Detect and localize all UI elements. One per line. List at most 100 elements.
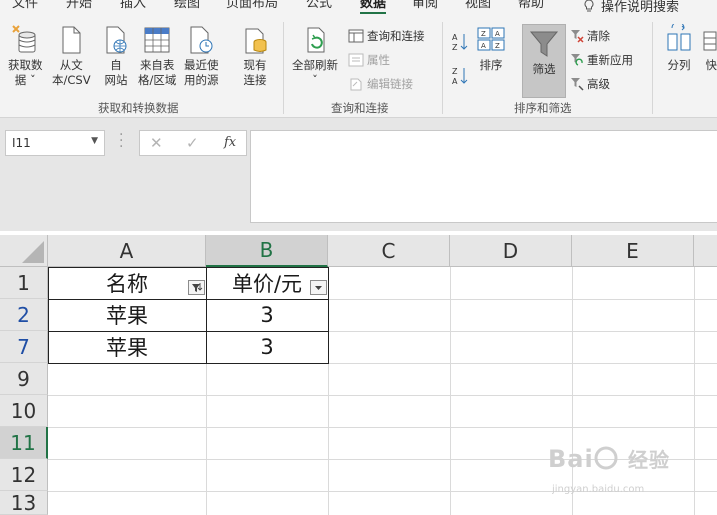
- row-header-9[interactable]: 9: [0, 363, 48, 395]
- flash-fill-icon: [702, 24, 717, 56]
- cell-b7[interactable]: 3: [206, 331, 328, 363]
- tab-view[interactable]: 视图: [465, 0, 491, 12]
- cell-a2[interactable]: 苹果: [48, 299, 206, 331]
- row-header-13[interactable]: 13: [0, 491, 48, 515]
- row-header-11[interactable]: 11: [0, 427, 48, 459]
- edit-links-label: 编辑链接: [367, 77, 413, 91]
- connections-icon: [240, 24, 270, 56]
- split-label: 分列: [667, 58, 691, 72]
- text-to-columns-button[interactable]: 分列: [664, 21, 694, 73]
- from-web-label-2: 网站: [104, 73, 128, 87]
- gridline: [450, 267, 451, 515]
- table-icon: [142, 24, 172, 56]
- queries-connections-button[interactable]: 查询和连接: [348, 26, 425, 46]
- from-table-label-2: 格/区域: [138, 73, 177, 87]
- funnel-icon: [529, 28, 559, 60]
- existing-conn-label-1: 现有: [243, 58, 267, 72]
- cell-a1[interactable]: 名称: [48, 267, 206, 299]
- filter-dropdown-b[interactable]: [310, 280, 327, 295]
- properties-button[interactable]: 属性: [348, 50, 390, 70]
- tab-review[interactable]: 审阅: [412, 0, 438, 12]
- queries-group-label: 查询和连接: [331, 101, 389, 115]
- filter-button[interactable]: 筛选: [529, 28, 559, 77]
- column-header-e[interactable]: E: [572, 235, 694, 267]
- svg-text:A: A: [452, 33, 458, 42]
- tab-file[interactable]: 文件: [12, 0, 38, 12]
- sort-z-to-a-icon: ZA: [452, 67, 468, 86]
- column-header-d[interactable]: D: [450, 235, 572, 267]
- flash-fill-label: 快速: [705, 58, 717, 72]
- row-header-7[interactable]: 7: [0, 331, 48, 363]
- tab-formulas[interactable]: 公式: [306, 0, 332, 12]
- sort-desc-button[interactable]: ZA: [451, 66, 469, 86]
- row-header-2[interactable]: 2: [0, 299, 48, 331]
- row-header-1[interactable]: 1: [0, 267, 48, 299]
- svg-text:经验: 经验: [628, 448, 670, 472]
- cell-a7[interactable]: 苹果: [48, 331, 206, 363]
- refresh-all-button[interactable]: 全部刷新 ˇ: [292, 24, 338, 88]
- filter-label: 筛选: [532, 62, 556, 76]
- get-data-button[interactable]: 获取数 据 ˇ: [8, 24, 43, 88]
- from-table-range-button[interactable]: 来自表 格/区域: [138, 24, 176, 88]
- formula-buttons: ✕ ✓ fx: [139, 130, 247, 156]
- sort-filter-group-label: 排序和筛选: [514, 101, 572, 115]
- column-header-b[interactable]: B: [206, 235, 328, 267]
- edit-links-button[interactable]: 编辑链接: [348, 74, 413, 94]
- tab-home[interactable]: 开始: [66, 0, 92, 12]
- gridline: [48, 395, 717, 396]
- clear-filter-button[interactable]: 清除: [570, 26, 610, 46]
- select-all-triangle-icon: [22, 241, 44, 263]
- reapply-icon: [571, 54, 583, 66]
- advanced-label: 高级: [587, 77, 610, 91]
- reapply-button[interactable]: 重新应用: [570, 50, 633, 70]
- sort-button[interactable]: ZAAZ 排序: [476, 24, 506, 73]
- group-separator: [652, 22, 653, 114]
- flash-fill-button[interactable]: 快速: [702, 24, 717, 73]
- resize-handle-icon[interactable]: · · ·: [119, 128, 123, 154]
- existing-connections-button[interactable]: 现有 连接: [240, 24, 270, 88]
- tab-page-layout[interactable]: 页面布局: [226, 0, 278, 12]
- tab-help[interactable]: 帮助: [518, 0, 544, 12]
- row-header-12[interactable]: 12: [0, 459, 48, 491]
- insert-function-icon[interactable]: fx: [224, 135, 236, 150]
- recent-sources-button[interactable]: 最近使 用的源: [184, 24, 219, 88]
- from-text-csv-button[interactable]: 从文 本/CSV: [52, 24, 91, 88]
- queries-connections-label: 查询和连接: [367, 29, 425, 43]
- from-web-button[interactable]: 自 网站: [101, 24, 131, 88]
- svg-text:A: A: [495, 30, 500, 38]
- existing-conn-label-2: 连接: [243, 73, 267, 87]
- tab-insert[interactable]: 插入: [120, 0, 146, 12]
- row-header-10[interactable]: 10: [0, 395, 48, 427]
- column-header-f[interactable]: [694, 235, 717, 267]
- tab-draw[interactable]: 绘图: [174, 0, 200, 12]
- tab-data[interactable]: 数据: [360, 0, 386, 12]
- tell-me-search[interactable]: 操作说明搜索: [583, 0, 679, 14]
- svg-text:Bai: Bai: [548, 445, 594, 473]
- filter-dropdown-a[interactable]: [188, 280, 205, 295]
- column-header-c[interactable]: C: [328, 235, 450, 267]
- formula-input[interactable]: [250, 130, 717, 223]
- sort-asc-button[interactable]: AZ: [451, 32, 469, 52]
- from-web-label-1: 自: [110, 58, 122, 72]
- gridline: [48, 427, 717, 428]
- clear-filter-icon: [571, 30, 584, 43]
- svg-text:A: A: [481, 42, 486, 50]
- chevron-down-icon[interactable]: ▼: [91, 136, 98, 146]
- text-file-icon: [56, 24, 86, 56]
- advanced-filter-button[interactable]: 高级: [570, 74, 610, 94]
- menu-bar: 文件 开始 插入 绘图 页面布局 公式 数据 审阅 视图 帮助 操作说明搜索: [0, 0, 717, 14]
- from-text-label-1: 从文: [59, 58, 83, 72]
- refresh-icon: [300, 24, 330, 56]
- svg-text:A: A: [452, 77, 458, 86]
- from-text-label-2: 本/CSV: [52, 73, 91, 87]
- refresh-all-label-1: 全部刷新: [292, 58, 338, 72]
- column-header-a[interactable]: A: [48, 235, 206, 267]
- svg-text:Z: Z: [495, 42, 500, 50]
- cancel-icon[interactable]: ✕: [150, 134, 163, 152]
- sort-label: 排序: [479, 58, 503, 72]
- cell-b2[interactable]: 3: [206, 299, 328, 331]
- enter-icon[interactable]: ✓: [186, 134, 199, 152]
- name-box[interactable]: I11 ▼: [5, 130, 105, 156]
- select-all-button[interactable]: [0, 235, 48, 267]
- properties-label: 属性: [367, 53, 390, 67]
